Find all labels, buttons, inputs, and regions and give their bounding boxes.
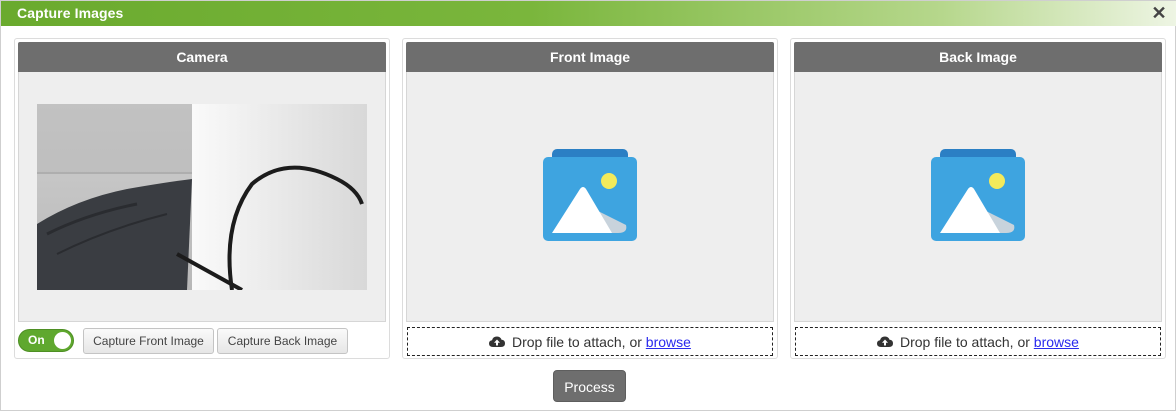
back-image-drop-zone[interactable]: Drop file to attach, or browse (795, 327, 1161, 356)
front-image-panel: Front Image Drop file to attach, or brow… (402, 38, 778, 359)
front-browse-link[interactable]: browse (646, 334, 691, 350)
camera-toggle-knob (54, 332, 71, 349)
close-icon[interactable]: ✕ (1150, 4, 1168, 22)
back-image-title: Back Image (794, 42, 1162, 72)
capture-images-dialog: Capture Images ✕ Camera On Capture Front… (0, 0, 1176, 411)
dialog-titlebar: Capture Images ✕ (1, 1, 1176, 26)
image-placeholder-icon (931, 148, 1025, 241)
camera-feed-image (37, 104, 367, 290)
image-placeholder-icon (543, 148, 637, 241)
front-image-drop-zone[interactable]: Drop file to attach, or browse (407, 327, 773, 356)
back-drop-text: Drop file to attach, or (899, 334, 1030, 350)
back-image-panel: Back Image Drop file to attach, or brows… (790, 38, 1166, 359)
camera-feed (37, 104, 367, 290)
front-image-preview (406, 72, 774, 322)
camera-panel-title: Camera (18, 42, 386, 72)
front-drop-text: Drop file to attach, or (511, 334, 642, 350)
cloud-upload-icon (489, 336, 506, 347)
camera-panel: Camera On Capture Front Image Capture Ba… (14, 38, 390, 359)
process-button[interactable]: Process (553, 370, 626, 402)
back-image-preview (794, 72, 1162, 322)
camera-viewport (18, 72, 386, 322)
camera-toggle-label: On (28, 333, 45, 347)
cloud-upload-icon (877, 336, 894, 347)
capture-front-button[interactable]: Capture Front Image (83, 328, 214, 354)
camera-toggle[interactable]: On (18, 329, 74, 352)
back-browse-link[interactable]: browse (1034, 334, 1079, 350)
front-image-title: Front Image (406, 42, 774, 72)
dialog-title: Capture Images (17, 5, 124, 21)
capture-back-button[interactable]: Capture Back Image (217, 328, 348, 354)
